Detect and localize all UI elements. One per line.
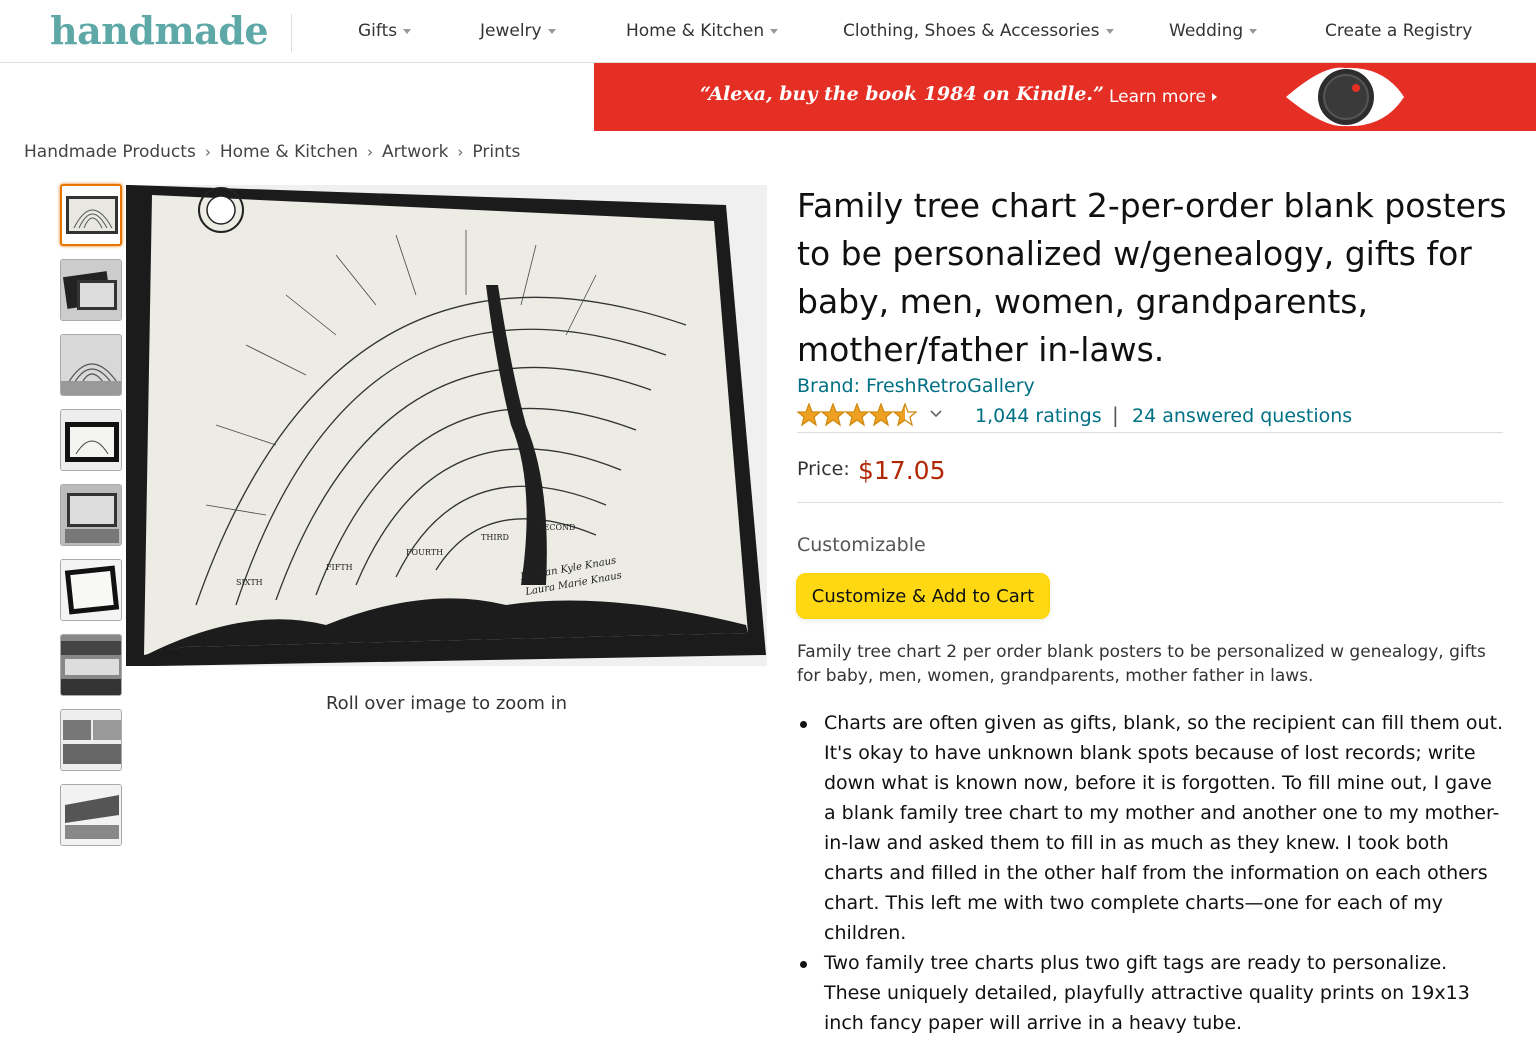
nav-home-kitchen[interactable]: Home & Kitchen [626, 0, 779, 62]
family-tree-poster-image: Nathan Kyle Knaus Laura Marie Knaus SIXT… [126, 185, 767, 666]
star-rating-icon[interactable] [797, 403, 917, 429]
logo-divider [291, 14, 292, 52]
chevron-right-icon: › [457, 143, 464, 161]
nav-gifts[interactable]: Gifts [358, 0, 412, 62]
breadcrumb-prints[interactable]: Prints [472, 142, 520, 162]
feature-bullet: Two family tree charts plus two gift tag… [797, 948, 1509, 1038]
thumbnail-4[interactable] [60, 409, 122, 471]
thumbnail-6[interactable] [60, 559, 122, 621]
caret-down-icon [770, 28, 779, 34]
chevron-right-icon: › [204, 143, 211, 161]
nav-create-registry[interactable]: Create a Registry [1325, 0, 1472, 62]
answered-questions-link[interactable]: 24 answered questions [1132, 405, 1352, 427]
caret-down-icon [1105, 28, 1114, 34]
price-label: Price: [797, 458, 850, 480]
nav-label: Jewelry [480, 21, 542, 41]
triangle-right-icon [1211, 93, 1217, 101]
svg-text:THIRD: THIRD [481, 533, 509, 542]
nav-label: Create a Registry [1325, 21, 1473, 41]
svg-text:SECOND: SECOND [538, 523, 575, 532]
chevron-down-icon[interactable] [929, 407, 943, 421]
breadcrumb-artwork[interactable]: Artwork [382, 142, 448, 162]
thumbnail-1[interactable] [60, 184, 122, 246]
thumbnail-2[interactable] [60, 259, 122, 321]
breadcrumb-home-kitchen[interactable]: Home & Kitchen [220, 142, 358, 162]
svg-text:FOURTH: FOURTH [406, 548, 443, 557]
feature-bullet: Charts are often given as gifts, blank, … [797, 708, 1509, 948]
eye-icon [1286, 67, 1404, 127]
caret-down-icon [1249, 28, 1258, 34]
price-value: $17.05 [858, 456, 946, 485]
nav-jewelry[interactable]: Jewelry [480, 0, 556, 62]
thumbnail-5[interactable] [60, 484, 122, 546]
svg-text:FIFTH: FIFTH [326, 563, 353, 572]
customizable-label: Customizable [797, 534, 926, 556]
feature-bullets: Charts are often given as gifts, blank, … [797, 708, 1509, 1038]
ratings-link[interactable]: 1,044 ratings [975, 405, 1102, 427]
product-main-image[interactable]: Nathan Kyle Knaus Laura Marie Knaus SIXT… [126, 185, 767, 666]
nav-label: Wedding [1169, 21, 1244, 41]
promo-banner[interactable]: “Alexa, buy the book 1984 on Kindle.” Le… [594, 63, 1536, 131]
bullet-dot-icon [800, 961, 807, 968]
feature-bullet-text: Charts are often given as gifts, blank, … [824, 712, 1504, 944]
thumbnail-9[interactable] [60, 784, 122, 846]
thumbnail-7[interactable] [60, 634, 122, 696]
customize-add-to-cart-button[interactable]: Customize & Add to Cart [796, 573, 1050, 619]
product-title: Family tree chart 2-per-order blank post… [797, 186, 1507, 369]
brand-link[interactable]: Brand: FreshRetroGallery [797, 375, 1035, 397]
thumbnail-3[interactable] [60, 334, 122, 396]
feature-bullet-text: Two family tree charts plus two gift tag… [824, 952, 1470, 1034]
zoom-hint: Roll over image to zoom in [325, 693, 567, 714]
caret-down-icon [403, 28, 412, 34]
ratings-separator: | [1112, 403, 1119, 427]
divider [797, 432, 1503, 433]
nav-label: Home & Kitchen [626, 21, 765, 41]
thumbnail-8[interactable] [60, 709, 122, 771]
nav-wedding[interactable]: Wedding [1169, 0, 1258, 62]
chevron-right-icon: › [366, 143, 373, 161]
handmade-logo[interactable]: handmade [50, 8, 269, 53]
short-description: Family tree chart 2 per order blank post… [797, 642, 1486, 686]
nav-label: Gifts [358, 21, 398, 41]
divider [797, 502, 1503, 503]
banner-quote: “Alexa, buy the book 1984 on Kindle.” [700, 83, 1104, 105]
nav-clothing[interactable]: Clothing, Shoes & Accessories [843, 0, 1114, 62]
caret-down-icon [547, 28, 556, 34]
breadcrumb-handmade-products[interactable]: Handmade Products [24, 142, 196, 162]
banner-learn-more-link[interactable]: Learn more [1109, 87, 1217, 107]
learn-more-label: Learn more [1109, 87, 1206, 107]
svg-text:SIXTH: SIXTH [236, 578, 263, 587]
nav-label: Clothing, Shoes & Accessories [843, 21, 1100, 41]
top-nav-bar: handmade Gifts Jewelry Home & Kitchen Cl… [0, 0, 1536, 63]
breadcrumb: Handmade Products › Home & Kitchen › Artwork… [24, 142, 520, 162]
bullet-dot-icon [800, 721, 807, 728]
